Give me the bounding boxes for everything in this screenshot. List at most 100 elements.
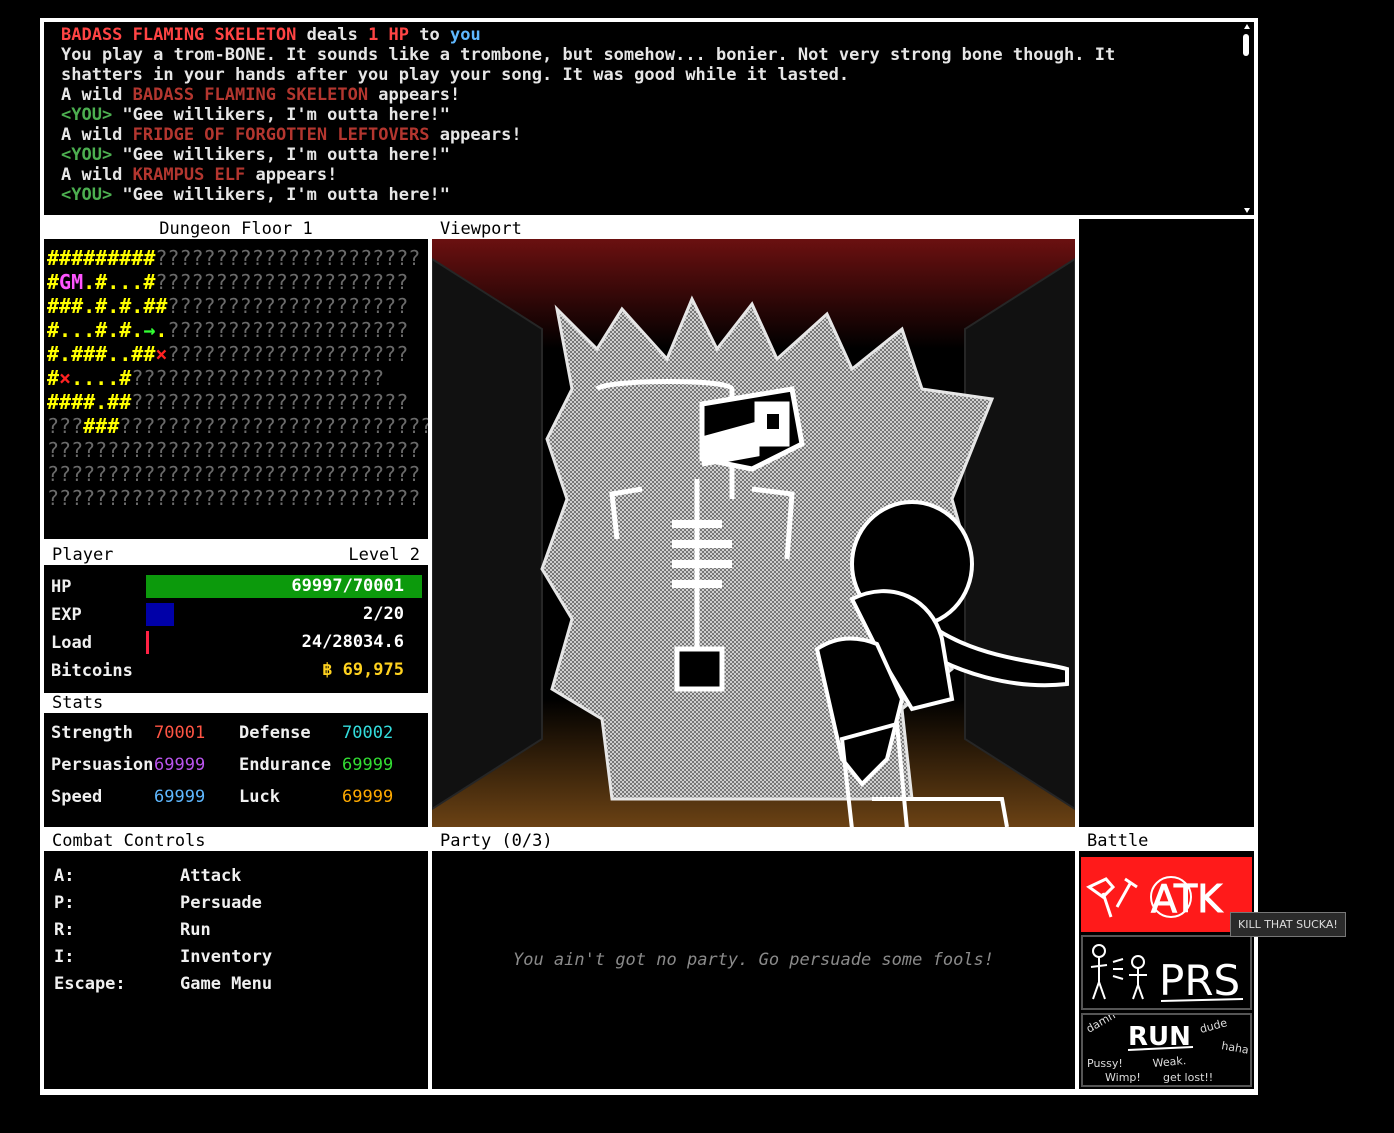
run-scribble-text: dude bbox=[1198, 1016, 1228, 1036]
log-line: A wild FRIDGE OF FORGOTTEN LEFTOVERS app… bbox=[61, 125, 1115, 145]
load-bar bbox=[146, 631, 149, 654]
log-scrollbar[interactable] bbox=[1242, 24, 1252, 213]
scroll-down-arrow-icon[interactable] bbox=[1244, 208, 1250, 213]
viewport-scene bbox=[432, 239, 1075, 827]
load-value: 24/28034.6 bbox=[301, 632, 404, 652]
map-cells: ?????????????????????????? bbox=[119, 414, 428, 438]
log-segment: "Gee willikers, I'm outta here!" bbox=[112, 185, 450, 205]
map-row: #.###..##×???????????????????? bbox=[47, 342, 428, 366]
log-segment: deals bbox=[296, 25, 369, 45]
dungeon-map: #########?????????????????????? #GM.#...#… bbox=[47, 246, 428, 510]
log-line: <YOU> "Gee willikers, I'm outta here!" bbox=[61, 145, 1115, 165]
player-title-label: Player bbox=[52, 545, 114, 565]
stats-title: Stats bbox=[44, 693, 428, 713]
log-line: A wild KRAMPUS ELF appears! bbox=[61, 165, 1115, 185]
run-scribble-text: damn bbox=[1084, 1015, 1118, 1036]
control-action: Persuade bbox=[180, 893, 262, 913]
stat-value-defense: 70002 bbox=[342, 723, 394, 743]
log-line: shatters in your hands after you play yo… bbox=[61, 65, 1115, 85]
log-lines: BADASS FLAMING SKELETON deals 1 HP to yo… bbox=[61, 25, 1115, 205]
control-action: Inventory bbox=[180, 947, 273, 967]
map-cells: .#...# bbox=[83, 270, 156, 294]
control-key: R: bbox=[54, 920, 75, 940]
stat-label-defense: Defense bbox=[239, 723, 311, 743]
control-action: Game Menu bbox=[180, 974, 273, 994]
run-scribble-text: Pussy! bbox=[1087, 1057, 1123, 1070]
map-cells: #.###..## bbox=[47, 342, 156, 366]
viewport-panel: Viewport bbox=[432, 219, 1075, 827]
player-level: Level 2 bbox=[348, 545, 420, 565]
control-action: Attack bbox=[180, 866, 242, 886]
side-panel bbox=[1079, 219, 1254, 827]
viewport-title: Viewport bbox=[432, 219, 1075, 239]
log-line: BADASS FLAMING SKELETON deals 1 HP to yo… bbox=[61, 25, 1115, 45]
scroll-thumb[interactable] bbox=[1243, 34, 1249, 56]
persuade-label: PRS bbox=[1159, 956, 1240, 1005]
map-row: ???###?????????????????????????? bbox=[47, 414, 428, 438]
map-cells: ?????????????????????? bbox=[155, 246, 421, 270]
persuade-button[interactable]: PRS bbox=[1081, 935, 1252, 1010]
map-cells: ####.## bbox=[47, 390, 132, 414]
map-cells: × bbox=[155, 342, 168, 366]
party-title: Party (0/3) bbox=[432, 831, 1075, 851]
log-segment: to bbox=[409, 25, 450, 45]
log-segment: KRAMPUS ELF bbox=[132, 165, 246, 185]
run-button[interactable]: RUN damn dude haha Pussy! Weak. Wimp! get lost… bbox=[1081, 1009, 1252, 1087]
map-cells: ### bbox=[83, 414, 120, 438]
stat-value-strength: 70001 bbox=[154, 723, 206, 743]
log-segment: A wild bbox=[61, 85, 133, 105]
axe-icon bbox=[1086, 877, 1116, 899]
stat-label-persuasion: Persuasion bbox=[51, 755, 154, 775]
map-cells: # bbox=[47, 270, 60, 294]
control-key: P: bbox=[54, 893, 75, 913]
log-line: You play a trom-BONE. It sounds like a t… bbox=[61, 45, 1115, 65]
map-cells: ###.#.#.## bbox=[47, 294, 168, 318]
stat-value-speed: 69999 bbox=[154, 787, 206, 807]
log-segment: appears! bbox=[245, 165, 338, 185]
run-scribble-text: Wimp! bbox=[1105, 1071, 1141, 1084]
battle-panel: Battle ATK PRS RUN damn dude haha Pussy!… bbox=[1079, 831, 1254, 1089]
map-cells: ??? bbox=[47, 414, 84, 438]
log-segment: <YOU> bbox=[61, 105, 113, 125]
map-cells: × bbox=[59, 366, 72, 390]
log-segment: A wild bbox=[61, 165, 133, 185]
stat-label-speed: Speed bbox=[51, 787, 103, 807]
map-cells: GM bbox=[59, 270, 84, 294]
log-segment: shatters in your hands after you play yo… bbox=[61, 65, 850, 85]
map-cells: ???????????????????? bbox=[167, 318, 409, 342]
log-segment: appears! bbox=[368, 85, 461, 105]
run-scribble-text: get lost!! bbox=[1163, 1071, 1213, 1084]
hp-label: HP bbox=[51, 577, 72, 597]
combat-controls-panel: Combat Controls A: Attack P: Persuade R: Run I… bbox=[44, 831, 428, 1089]
stat-value-luck: 69999 bbox=[342, 787, 394, 807]
log-segment: <YOU> bbox=[61, 185, 113, 205]
battle-title: Battle bbox=[1079, 831, 1254, 851]
map-row: ###.#.#.##???????????????????? bbox=[47, 294, 428, 318]
player-title: Player Level 2 bbox=[44, 545, 428, 565]
bitcoins-value: ฿ 69,975 bbox=[322, 660, 404, 680]
map-row: #########?????????????????????? bbox=[47, 246, 428, 270]
message-log[interactable]: BADASS FLAMING SKELETON deals 1 HP to yo… bbox=[44, 22, 1254, 215]
party-empty-message: You ain't got no party. Go persuade some… bbox=[512, 950, 995, 970]
control-key: Escape: bbox=[54, 974, 126, 994]
log-segment: You play a trom-BONE. It sounds like a t… bbox=[61, 45, 1116, 65]
map-row: ??????????????????????????????? bbox=[47, 438, 428, 462]
map-cells: ????????????????????? bbox=[131, 366, 385, 390]
scroll-up-arrow-icon[interactable] bbox=[1244, 24, 1250, 29]
dungeon-map-panel: Dungeon Floor 1 #########???????????????… bbox=[44, 219, 428, 539]
attack-tooltip: KILL THAT SUCKA! bbox=[1230, 912, 1346, 937]
map-cells: ??????????????????????? bbox=[131, 390, 409, 414]
map-row: ####.##??????????????????????? bbox=[47, 390, 428, 414]
attack-button[interactable]: ATK bbox=[1081, 857, 1252, 932]
stat-label-endurance: Endurance bbox=[239, 755, 332, 775]
game-frame: BADASS FLAMING SKELETON deals 1 HP to yo… bbox=[40, 18, 1258, 1095]
log-segment: "Gee willikers, I'm outta here!" bbox=[112, 145, 450, 165]
control-key: A: bbox=[54, 866, 75, 886]
attack-button-art: ATK bbox=[1086, 876, 1224, 922]
map-row: #...#.#.→.???????????????????? bbox=[47, 318, 428, 342]
log-segment: appears! bbox=[429, 125, 522, 145]
exp-value: 2/20 bbox=[363, 604, 404, 624]
log-segment: 1 HP bbox=[368, 25, 410, 45]
stat-value-endurance: 69999 bbox=[342, 755, 394, 775]
map-row: #GM.#...#????????????????????? bbox=[47, 270, 428, 294]
